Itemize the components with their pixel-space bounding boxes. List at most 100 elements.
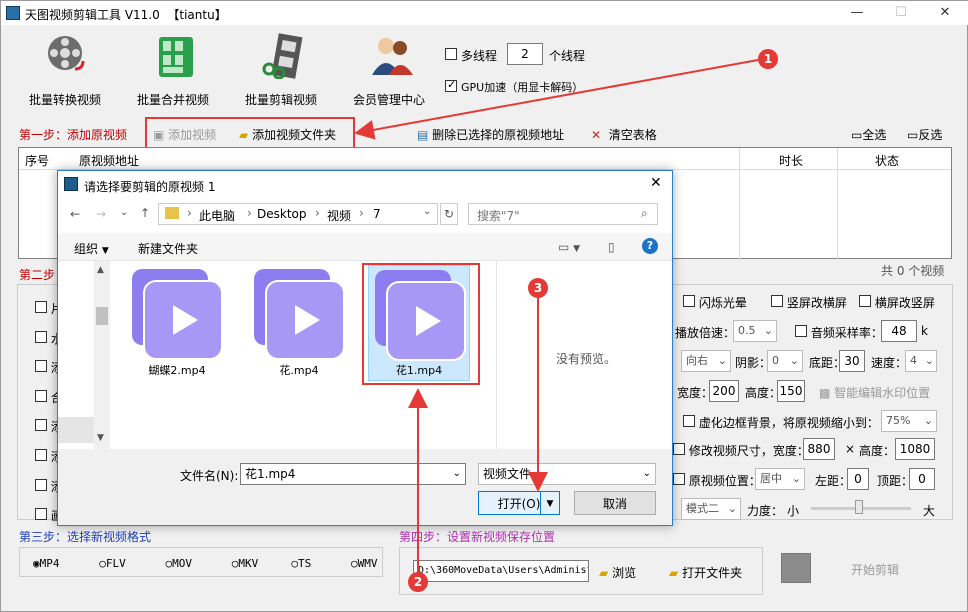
resize-option[interactable]: 修改视频尺寸，宽度： xyxy=(673,442,809,459)
shadow-select[interactable]: 0 ⌄ xyxy=(767,350,803,372)
file-item[interactable]: 花.mp4 xyxy=(250,267,348,378)
member-center-button[interactable]: 会员管理中心 xyxy=(339,33,439,109)
velocity-label: 速度： xyxy=(871,356,908,370)
left-margin-input[interactable]: 0 xyxy=(847,468,869,490)
orig-pos-value: 居中 xyxy=(760,472,782,485)
maximize-icon[interactable]: ☐ xyxy=(891,3,911,23)
col-status-header[interactable]: 状态 xyxy=(875,152,899,169)
portrait-label: 横屏改竖屏 xyxy=(874,296,935,310)
nav-scrollbar[interactable]: ▲ ▼ xyxy=(94,261,110,449)
view-options-icon[interactable]: ▭ ▼ xyxy=(558,240,580,254)
back-arrow-icon[interactable]: ← xyxy=(70,207,80,221)
sample-rate-option[interactable]: 音频采样率： xyxy=(795,324,883,341)
start-icon[interactable] xyxy=(781,553,811,583)
resize-height-input[interactable]: 1080 xyxy=(895,438,935,460)
velocity-select[interactable]: 4 ⌄ xyxy=(905,350,937,372)
new-folder-button[interactable]: 新建文件夹 xyxy=(138,240,198,257)
width-input[interactable]: 200 xyxy=(709,380,739,402)
multithread-checkbox[interactable] xyxy=(445,47,457,62)
browse-button[interactable]: ▰ 浏览 xyxy=(599,564,636,581)
flash-option[interactable]: 闪烁光晕 xyxy=(683,294,747,311)
col-duration-header[interactable]: 时长 xyxy=(779,152,803,169)
search-icon[interactable]: ⌕ xyxy=(641,206,648,221)
format-flv-label: FLV xyxy=(105,557,126,570)
filetype-select[interactable]: 视频文件 ⌄ xyxy=(478,463,656,485)
speed-select[interactable]: 0.5 ⌄ xyxy=(733,320,777,342)
add-folder-button[interactable]: ▰ 添加视频文件夹 xyxy=(239,126,336,143)
crumb-7[interactable]: 7 xyxy=(373,207,381,221)
width-label: 宽度： xyxy=(677,386,714,400)
blur-percent-select[interactable]: 75% ⌄ xyxy=(881,410,937,432)
folder-icon: ▰ xyxy=(599,566,609,580)
radio-ts[interactable]: ○TS xyxy=(291,557,311,570)
scroll-thumb[interactable] xyxy=(96,307,108,325)
bottom-input[interactable]: 30 xyxy=(839,350,865,372)
save-path-input[interactable]: D:\360MoveData\Users\Administr xyxy=(413,560,589,582)
add-video-button[interactable]: ▣ 添加视频 xyxy=(153,126,216,143)
scroll-up-icon[interactable]: ▲ xyxy=(97,265,104,275)
browse-label: 浏览 xyxy=(612,566,637,580)
close-icon[interactable]: ✕ xyxy=(935,3,955,23)
landscape-option[interactable]: 竖屏改横屏 xyxy=(771,294,847,311)
smart-watermark-button[interactable]: ▩ 智能编辑水印位置 xyxy=(819,384,930,401)
slider-handle[interactable] xyxy=(855,500,863,514)
chevron-down-icon[interactable]: ⌄ xyxy=(423,206,431,217)
crumb-videos[interactable]: 视频 xyxy=(327,207,351,224)
sample-rate-label: 音频采样率： xyxy=(810,326,883,340)
blur-percent-value: 75% xyxy=(886,414,911,427)
filename-input[interactable]: 花1.mp4 ⌄ xyxy=(240,463,466,485)
radio-wmv[interactable]: ○WMV xyxy=(351,557,378,570)
member-center-label: 会员管理中心 xyxy=(352,93,425,107)
search-box[interactable]: 搜索"7" ⌕ xyxy=(468,203,658,225)
organize-label: 组织 xyxy=(74,242,99,256)
radio-mp4[interactable]: ◉MP4 xyxy=(33,557,60,570)
cancel-button[interactable]: 取消 xyxy=(574,491,656,515)
radio-flv[interactable]: ○FLV xyxy=(99,557,126,570)
col-path-header[interactable]: 原视频地址 xyxy=(79,152,139,169)
breadcrumb[interactable]: › 此电脑 › Desktop › 视频 › 7 ⌄ xyxy=(158,203,438,225)
resize-width-input[interactable]: 880 xyxy=(803,438,835,460)
radio-mov[interactable]: ○MOV xyxy=(166,557,193,570)
crumb-desktop[interactable]: Desktop xyxy=(257,207,307,221)
refresh-icon[interactable]: ↻ xyxy=(440,203,458,225)
open-dropdown-icon[interactable]: ▼ xyxy=(540,491,560,515)
gpu-checkbox[interactable] xyxy=(445,78,457,94)
gpu-label: GPU加速（用显卡解码） xyxy=(461,81,584,94)
crumb-this-pc[interactable]: 此电脑 xyxy=(199,207,235,224)
clear-table-button[interactable]: ✕ 清空表格 xyxy=(591,126,657,143)
help-icon[interactable]: ? xyxy=(642,238,658,254)
col-seq-header[interactable]: 序号 xyxy=(25,152,49,169)
blur-border-option[interactable]: 虚化边框背景，将原视频缩小到： xyxy=(683,414,879,431)
top-margin-input[interactable]: 0 xyxy=(909,468,935,490)
breadcrumb-sep: › xyxy=(247,206,252,220)
direction-select[interactable]: 向右 ⌄ xyxy=(681,350,731,372)
invert-button[interactable]: ▭反选 xyxy=(907,126,942,143)
dialog-close-icon[interactable]: ✕ xyxy=(650,175,662,191)
start-label[interactable]: 开始剪辑 xyxy=(851,561,899,578)
up-arrow-icon[interactable]: ↑ xyxy=(140,206,150,220)
batch-convert-button[interactable]: 批量转换视频 xyxy=(15,33,115,109)
forward-arrow-icon[interactable]: → xyxy=(96,207,106,221)
batch-cut-button[interactable]: 批量剪辑视频 xyxy=(231,33,331,109)
radio-mkv[interactable]: ○MKV xyxy=(232,557,259,570)
minimize-icon[interactable]: — xyxy=(847,3,867,23)
delete-selected-button[interactable]: ▤ 删除已选择的原视频地址 xyxy=(417,126,564,143)
open-folder-button[interactable]: ▰ 打开文件夹 xyxy=(669,564,742,581)
portrait-option[interactable]: 横屏改竖屏 xyxy=(859,294,935,311)
preview-pane-icon[interactable]: ▯ xyxy=(608,240,615,254)
history-chevron-icon[interactable]: ⌄ xyxy=(120,207,128,218)
organize-button[interactable]: 组织 ▼ xyxy=(74,240,109,257)
file-item[interactable]: 蝴蝶2.mp4 xyxy=(128,267,226,378)
height-input[interactable]: 150 xyxy=(777,380,805,402)
users-icon xyxy=(372,38,413,75)
orig-pos-option[interactable]: 原视频位置： xyxy=(673,472,761,489)
scroll-down-icon[interactable]: ▼ xyxy=(97,433,104,443)
file-name: 花.mp4 xyxy=(279,364,319,377)
nav-item-selected[interactable] xyxy=(58,417,94,443)
sample-rate-input[interactable]: 48 xyxy=(881,320,917,342)
mode-select[interactable]: 模式二 ⌄ xyxy=(681,498,741,520)
orig-pos-select[interactable]: 居中 ⌄ xyxy=(755,468,805,490)
batch-merge-button[interactable]: 批量合并视频 xyxy=(123,33,223,109)
select-all-button[interactable]: ▭全选 xyxy=(851,126,886,143)
thread-count-input[interactable]: 2 xyxy=(507,43,543,65)
